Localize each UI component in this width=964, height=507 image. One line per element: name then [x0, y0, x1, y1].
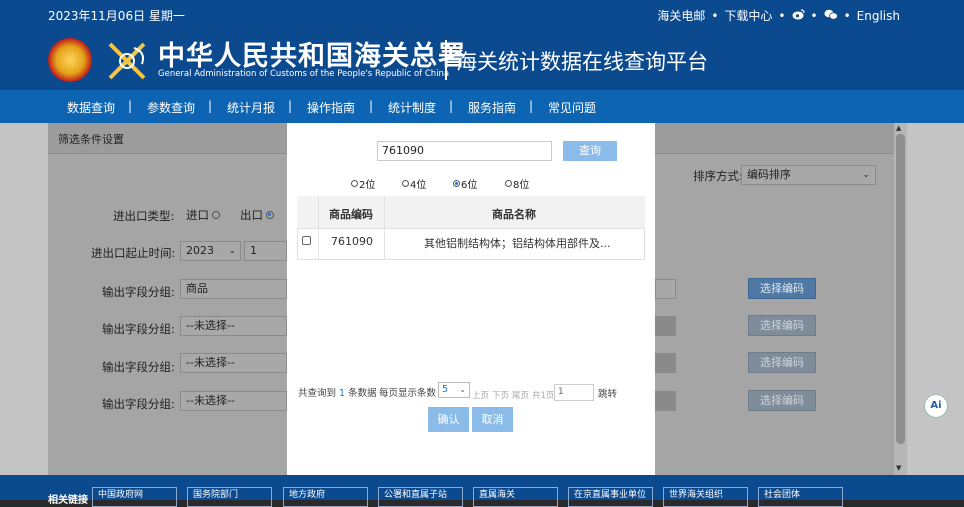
sort-label: 排序方式: [693, 169, 743, 183]
footer-link-associations[interactable]: 社会团体 [758, 487, 843, 507]
chevron-down-icon: ⌄ [862, 170, 870, 180]
last-page-link[interactable]: 尾页 [512, 389, 529, 401]
trade-type-label: 进出口类型: [113, 209, 175, 223]
sort-select[interactable]: 编码排序 ⌄ [741, 165, 876, 185]
nav-guide[interactable]: 操作指南 [307, 99, 355, 116]
footer-link-institutions[interactable]: 在京直属事业单位 [568, 487, 653, 507]
group-label-4: 输出字段分组: [102, 397, 175, 411]
footer-link-wco[interactable]: 世界海关组织 [663, 487, 748, 507]
export-radio[interactable]: 出口 [240, 207, 275, 223]
ai-assistant-icon[interactable]: Ai [924, 394, 948, 418]
result-count: 共查询到 1 条数据 [298, 388, 377, 399]
group-select-4[interactable]: --未选择-- [180, 391, 287, 411]
prev-page-link[interactable]: 上页 [472, 389, 489, 401]
total-pages: 共1页 [532, 391, 555, 401]
group-code-box-2[interactable] [655, 316, 676, 336]
select-code-button-1[interactable]: 选择编码 [748, 278, 816, 299]
radio-8-digit[interactable]: 8位 [505, 176, 529, 191]
import-radio[interactable]: 进口 [186, 207, 221, 223]
group-label-1: 输出字段分组: [102, 285, 175, 299]
group-select-2[interactable]: --未选择-- [180, 316, 287, 336]
site-title-cn: 中华人民共和国海关总署 [158, 41, 466, 72]
select-code-button-2[interactable]: 选择编码 [748, 315, 816, 336]
chevron-down-icon: ⌄ [228, 246, 236, 256]
customs-mail-link[interactable]: 海关电邮 [657, 7, 705, 24]
confirm-button[interactable]: 确认 [428, 407, 469, 432]
select-code-button-3[interactable]: 选择编码 [748, 352, 816, 373]
nav-faq[interactable]: 常见问题 [548, 99, 596, 116]
chevron-down-icon: ⌄ [459, 385, 466, 394]
period-label: 进出口起止时间: [91, 246, 176, 260]
col-header-name: 商品名称 [492, 208, 536, 221]
weibo-icon[interactable] [792, 8, 805, 23]
english-link[interactable]: English [857, 9, 900, 23]
nav-data-query[interactable]: 数据查询 [67, 99, 115, 116]
group-select-1[interactable]: 商品 [180, 279, 287, 299]
page-number-input[interactable]: 1 [554, 384, 594, 401]
scroll-down-icon[interactable]: ▼ [896, 464, 901, 472]
next-page-link[interactable]: 下页 [492, 389, 509, 401]
start-year-select[interactable]: 2023 ⌄ [180, 241, 241, 261]
radio-6-digit[interactable]: 6位 [453, 176, 477, 191]
nav-stat-system[interactable]: 统计制度 [388, 99, 436, 116]
scrollbar-thumb[interactable] [896, 134, 905, 444]
query-button[interactable]: 查询 [563, 141, 617, 161]
footer-link-departments[interactable]: 国务院部门 [187, 487, 272, 507]
group-code-box-1[interactable] [655, 279, 676, 299]
wechat-icon[interactable] [824, 9, 838, 23]
filter-title: 筛选条件设置 [58, 133, 124, 146]
header-divider [445, 40, 447, 80]
cancel-button[interactable]: 取消 [472, 407, 513, 432]
group-label-3: 输出字段分组: [102, 360, 175, 374]
row-name: 其他铝制结构体；铝结构体用部件及... [424, 237, 611, 250]
footer-link-substations[interactable]: 公署和直属子站 [378, 487, 463, 507]
related-links-label: 相关链接 [48, 495, 88, 506]
footer-link-customs[interactable]: 直属海关 [473, 487, 558, 507]
site-title-en: General Administration of Customs of the… [158, 69, 450, 79]
main-nav: 数据查询 | 参数查询 | 统计月报 | 操作指南 | 统计制度 | 服务指南 … [0, 90, 964, 123]
col-header-code: 商品编码 [329, 208, 373, 221]
group-code-box-4[interactable] [655, 391, 676, 411]
footer-link-local-gov[interactable]: 地方政府 [283, 487, 368, 507]
row-code: 761090 [331, 235, 373, 248]
radio-4-digit[interactable]: 4位 [402, 176, 426, 191]
national-emblem-icon [48, 38, 92, 82]
nav-service-guide[interactable]: 服务指南 [468, 99, 516, 116]
start-month-select[interactable]: 1 [244, 241, 287, 261]
radio-2-digit[interactable]: 2位 [351, 176, 375, 191]
group-label-2: 输出字段分组: [102, 322, 175, 336]
per-page-label: 每页显示条数 [379, 388, 437, 399]
nav-monthly-report[interactable]: 统计月报 [227, 99, 275, 116]
nav-param-query[interactable]: 参数查询 [147, 99, 195, 116]
download-center-link[interactable]: 下载中心 [724, 7, 772, 24]
customs-logo-icon [104, 38, 152, 82]
footer-link-gov[interactable]: 中国政府网 [92, 487, 177, 507]
per-page-select[interactable]: 5 ⌄ [438, 382, 470, 398]
current-date: 2023年11月06日 星期一 [48, 9, 185, 23]
scroll-up-icon[interactable]: ▲ [896, 124, 901, 132]
code-search-input[interactable]: 761090 [377, 141, 552, 161]
select-code-button-4[interactable]: 选择编码 [748, 390, 816, 411]
group-code-box-3[interactable] [655, 353, 676, 373]
group-select-3[interactable]: --未选择-- [180, 353, 287, 373]
platform-title: 海关统计数据在线查询平台 [456, 50, 708, 74]
top-links: 海关电邮 • 下载中心 • • • English [657, 7, 900, 24]
jump-link[interactable]: 跳转 [598, 386, 617, 400]
row-checkbox[interactable] [302, 236, 311, 245]
